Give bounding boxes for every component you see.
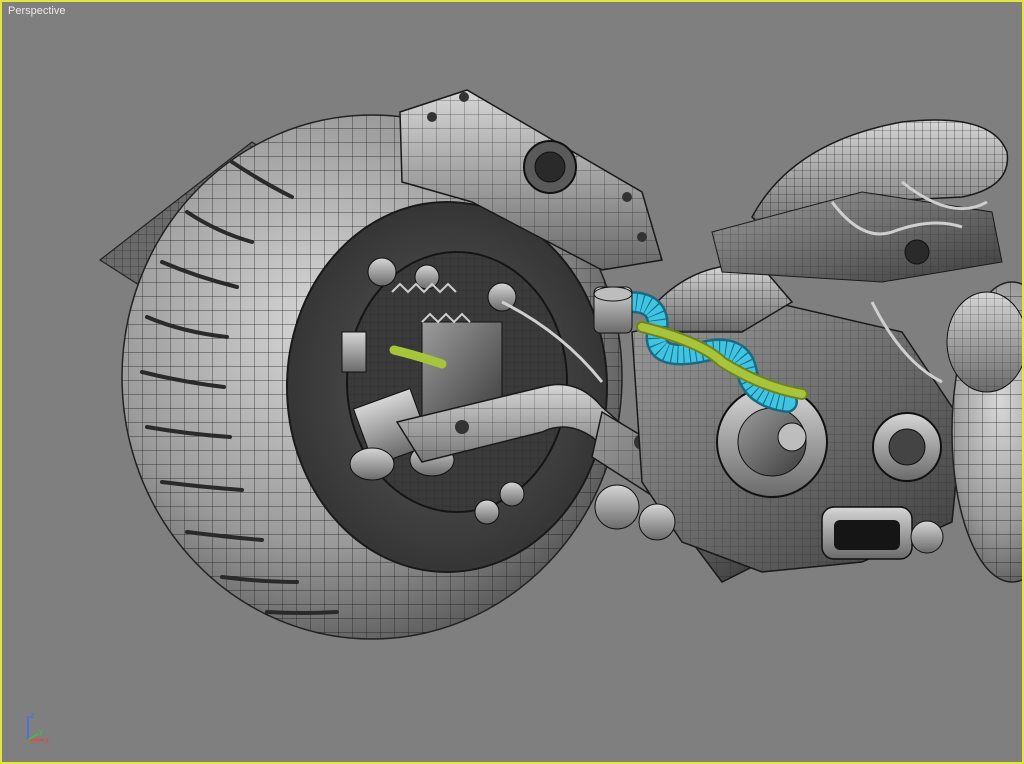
y-axis-label: y [39,727,43,736]
shock-absorber [593,286,633,334]
x-axis-label: x [45,736,49,745]
fuel-tank [711,119,1009,283]
perspective-viewport[interactable]: Perspective z x y [0,0,1024,764]
front-tire [946,281,1022,583]
viewport-label[interactable]: Perspective [8,5,65,17]
axis-gizmo: z x y [27,711,49,745]
y-axis-line [27,733,39,741]
z-axis-label: z [30,711,34,720]
motorcycle-model[interactable] [2,2,1022,762]
